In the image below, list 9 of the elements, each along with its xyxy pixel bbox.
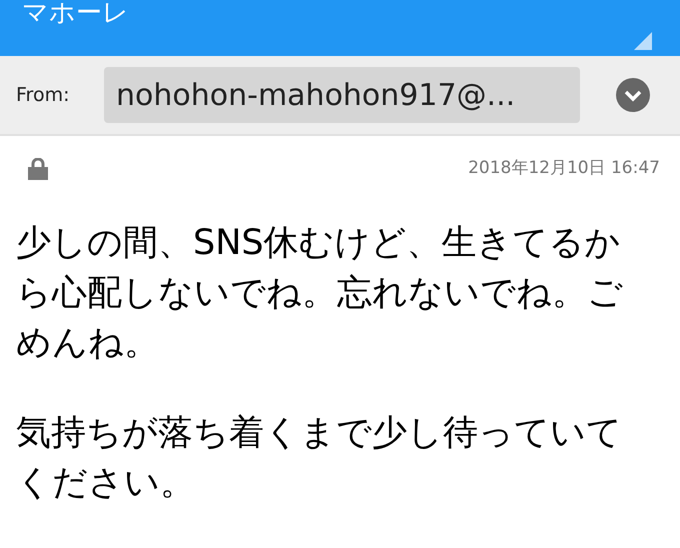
message-date: 2018年12月10日 16:47 [468,157,660,180]
corner-triangle-icon [634,32,652,50]
lock-icon [28,158,48,180]
chevron-down-icon[interactable] [616,78,650,112]
sender-address[interactable]: nohohon-mahohon917@... [104,67,580,123]
from-label: From: [16,82,70,108]
message-paragraph: 気持ちが落ち着くまで少し待っていてください。 [16,412,623,504]
header-title: マホーレ [22,0,129,28]
message-paragraph: 少しの間、SNS休むけど、生きてるから心配しないでね。忘れないでね。ごめんね。 [16,222,624,364]
